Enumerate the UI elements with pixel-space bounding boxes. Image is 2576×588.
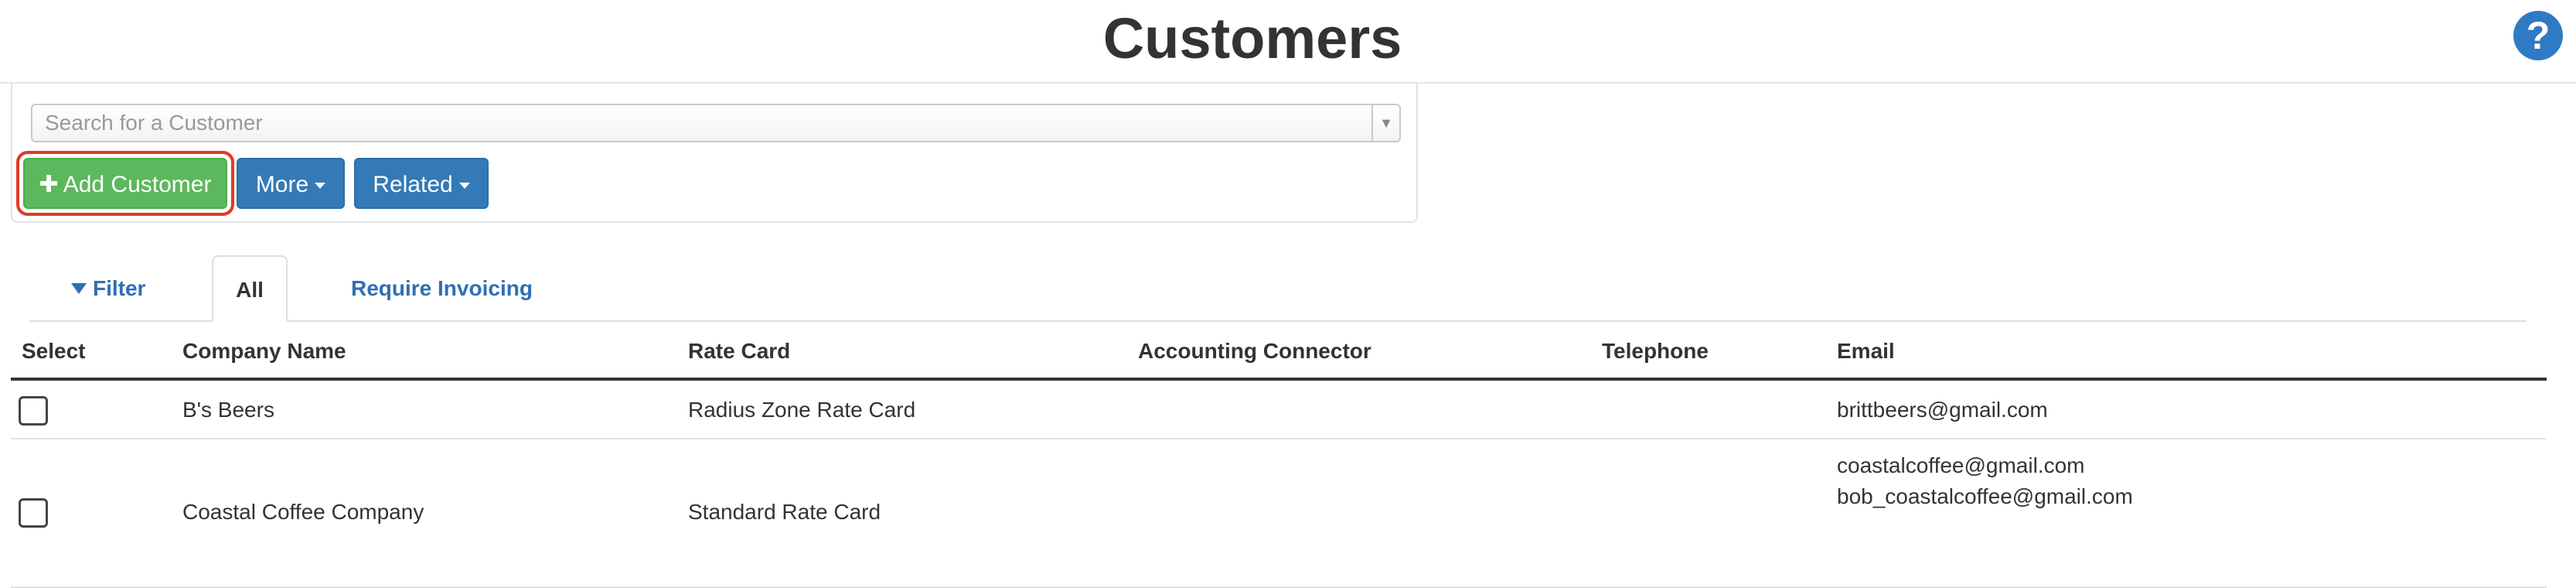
- row-select-checkbox[interactable]: [19, 396, 48, 426]
- filter-icon: [71, 282, 87, 294]
- add-customer-label: Add Customer: [63, 172, 212, 197]
- column-header-rate-card[interactable]: Rate Card: [688, 323, 790, 379]
- column-header-email[interactable]: Email: [1837, 323, 1895, 379]
- customer-search-panel: ▼ ✚Add Customer More Related: [11, 84, 1418, 223]
- email-link[interactable]: bob_coastalcoffee@gmail.com: [1837, 481, 2133, 512]
- caret-down-icon: [458, 183, 470, 190]
- related-label: Related: [373, 172, 453, 197]
- help-icon[interactable]: ?: [2513, 11, 2563, 60]
- more-dropdown-button[interactable]: More: [237, 158, 345, 209]
- rate-card-cell: Standard Rate Card: [688, 500, 881, 524]
- rate-card-cell: Radius Zone Rate Card: [688, 398, 916, 422]
- column-header-telephone[interactable]: Telephone: [1602, 323, 1709, 379]
- email-link[interactable]: brittbeers@gmail.com: [1837, 395, 2048, 426]
- tab-filter[interactable]: Filter: [71, 255, 145, 322]
- tab-all[interactable]: All: [212, 255, 288, 322]
- page-header: Customers ?: [0, 0, 2576, 84]
- column-header-accounting-connector[interactable]: Accounting Connector: [1138, 323, 1371, 379]
- row-select-checkbox[interactable]: [19, 498, 48, 528]
- add-customer-button[interactable]: ✚ Add Customer: [23, 158, 227, 209]
- tab-filter-label: Filter: [93, 276, 146, 300]
- related-dropdown-button[interactable]: Related: [354, 158, 489, 209]
- customer-tabs: Filter All Require Invoicing: [29, 255, 2527, 322]
- column-header-select[interactable]: Select: [22, 323, 86, 379]
- more-label: More: [255, 172, 309, 197]
- customer-search-input[interactable]: [32, 105, 1370, 141]
- email-cell: coastalcoffee@gmail.com bob_coastalcoffe…: [1837, 450, 2133, 512]
- table-header: Select Company Name Rate Card Accounting…: [11, 323, 2547, 381]
- page-title: Customers: [1102, 6, 1402, 70]
- customers-page: Customers ? ▼ ✚Add Customer More Related…: [0, 0, 2576, 588]
- plus-icon: ✚: [39, 172, 59, 197]
- tab-require-invoicing[interactable]: Require Invoicing: [351, 255, 533, 322]
- dropdown-arrow-icon[interactable]: ▼: [1371, 105, 1399, 141]
- email-link[interactable]: coastalcoffee@gmail.com: [1837, 450, 2133, 481]
- caret-down-icon: [315, 183, 326, 190]
- company-name-cell[interactable]: B's Beers: [182, 396, 274, 424]
- company-name-cell[interactable]: Coastal Coffee Company: [182, 498, 424, 526]
- email-cell: brittbeers@gmail.com: [1837, 395, 2048, 426]
- table-row[interactable]: Coastal Coffee Company Standard Rate Car…: [11, 439, 2547, 588]
- table-row[interactable]: B's Beers Radius Zone Rate Card brittbee…: [11, 381, 2547, 439]
- customer-search-select[interactable]: ▼: [31, 104, 1401, 142]
- column-header-company-name[interactable]: Company Name: [182, 323, 346, 379]
